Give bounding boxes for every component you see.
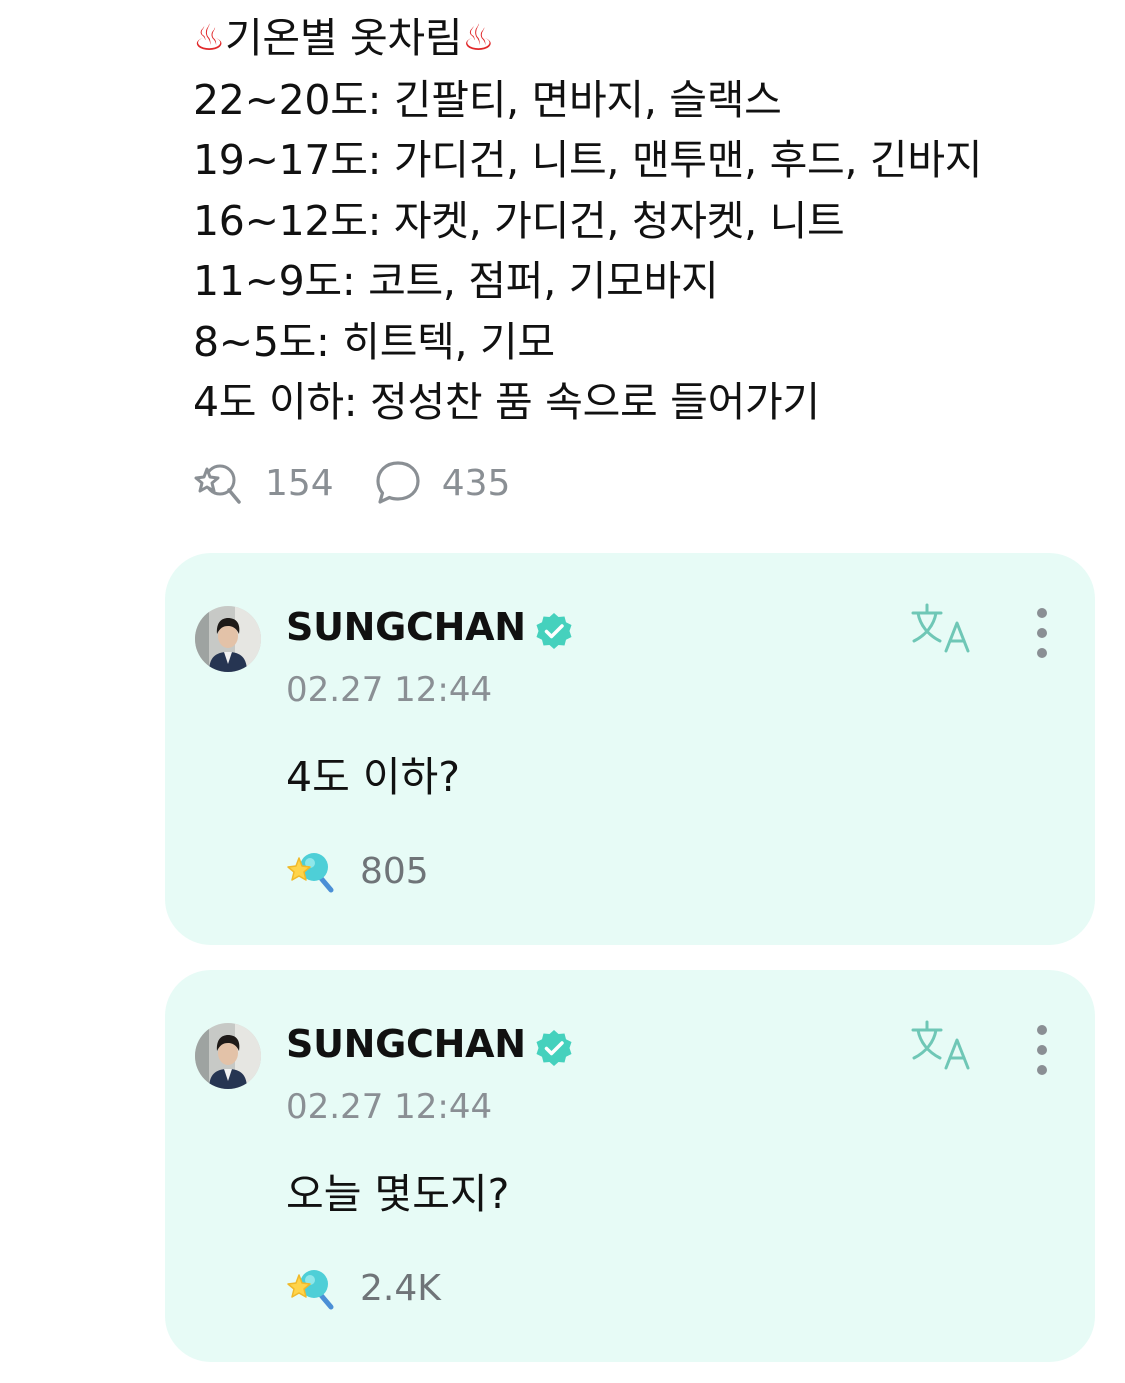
more-vertical-icon[interactable] <box>1025 605 1059 661</box>
comment-timestamp: 02.27 12:44 <box>286 1087 493 1127</box>
comment-reaction-button[interactable]: 2.4K <box>286 1264 441 1312</box>
post-line: 16~12도: 자켓, 가디건, 청자켓, 니트 <box>193 196 845 245</box>
hot-springs-icon: ♨ <box>462 18 495 59</box>
comment-author-name[interactable]: SUNGCHAN <box>286 605 526 649</box>
comment-reaction-count: 2.4K <box>360 1267 441 1309</box>
verified-badge-icon <box>536 613 572 649</box>
translate-icon[interactable] <box>910 1018 974 1072</box>
comment-card: SUNGCHAN 02.27 12:44 오늘 몇도지? 2.4K <box>165 970 1095 1362</box>
avatar[interactable] <box>195 1023 261 1089</box>
comment-text: 4도 이하? <box>286 753 461 801</box>
post-title: ♨기온별 옷차림♨ <box>193 8 1093 70</box>
translate-icon[interactable] <box>910 601 974 655</box>
post-body: ♨기온별 옷차림♨ 22~20도: 긴팔티, 면바지, 슬랙스 19~17도: … <box>193 8 1093 433</box>
post-line: 19~17도: 가디건, 니트, 맨투맨, 후드, 긴바지 <box>193 136 983 184</box>
post-line: 22~20도: 긴팔티, 면바지, 슬랙스 <box>193 75 782 124</box>
star-pompom-icon <box>287 853 334 893</box>
post-reaction-count: 154 <box>265 462 334 504</box>
post-reaction-button[interactable]: 154 <box>193 458 334 508</box>
star-pompom-icon <box>287 1270 334 1310</box>
avatar[interactable] <box>195 606 261 672</box>
comment-timestamp: 02.27 12:44 <box>286 670 493 710</box>
comment-reaction-button[interactable]: 805 <box>286 847 429 895</box>
post-title-text: 기온별 옷차림 <box>224 14 463 62</box>
post-comment-button[interactable]: 435 <box>374 459 511 507</box>
comment-card: SUNGCHAN 02.27 12:44 4도 이하? 805 <box>165 553 1095 945</box>
hot-springs-icon: ♨ <box>193 18 225 59</box>
speech-bubble-icon <box>376 461 420 504</box>
post-line: 11~9도: 코트, 점퍼, 기모바지 <box>193 257 719 305</box>
post-line: 4도 이하: 정성찬 품 속으로 들어가기 <box>193 378 820 426</box>
verified-badge-icon <box>536 1030 572 1066</box>
comment-text: 오늘 몇도지? <box>286 1170 510 1218</box>
comment-reaction-count: 805 <box>360 850 429 892</box>
post-comment-count: 435 <box>441 462 511 504</box>
post-line: 8~5도: 히트텍, 기모 <box>193 317 555 366</box>
comment-author-name[interactable]: SUNGCHAN <box>286 1022 526 1066</box>
more-vertical-icon[interactable] <box>1025 1022 1059 1078</box>
star-pompom-icon <box>194 464 241 504</box>
post-stats: 154 435 <box>193 455 510 511</box>
